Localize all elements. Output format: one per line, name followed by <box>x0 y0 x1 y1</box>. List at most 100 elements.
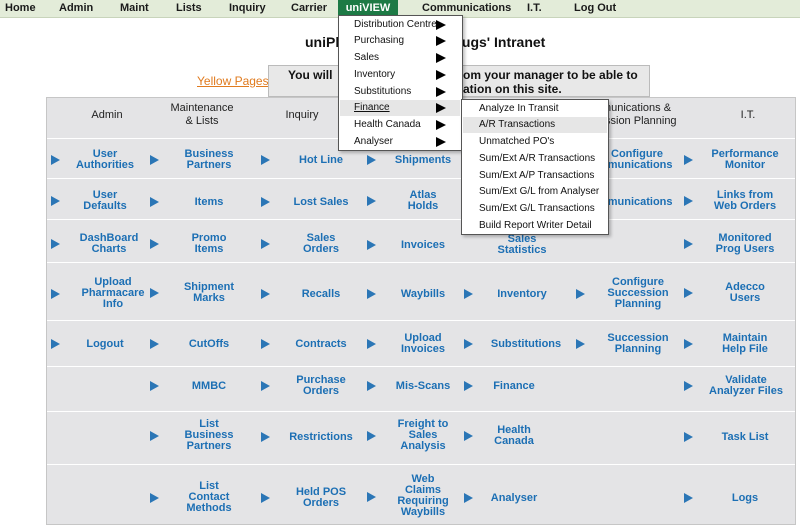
link-finance[interactable]: Finance <box>464 380 564 392</box>
arrow-icon <box>576 288 585 299</box>
submenu-arrow-icon <box>436 36 446 46</box>
submenu-sum-ext-ar-transactions[interactable]: Sum/Ext A/R Transactions <box>463 151 607 167</box>
nav-it[interactable]: I.T. <box>527 0 542 17</box>
nav-carrier[interactable]: Carrier <box>291 0 327 17</box>
menu-item-finance[interactable]: Finance <box>340 100 460 116</box>
link-user-defaults[interactable]: User Defaults <box>51 190 141 212</box>
header-communications: nunications & ssion Planning <box>605 102 695 128</box>
nav-logout[interactable]: Log Out <box>574 0 616 17</box>
nav-inquiry[interactable]: Inquiry <box>229 0 266 17</box>
link-inventory[interactable]: Inventory <box>464 288 564 300</box>
menu-item-health-canada[interactable]: Health Canada <box>340 117 460 133</box>
submenu-item-label: Sum/Ext A/P Transactions <box>479 170 595 181</box>
submenu-ar-transactions[interactable]: A/R Transactions <box>463 117 607 133</box>
link-lost-sales[interactable]: Lost Sales <box>261 196 351 208</box>
notice-line1-right: om your manager to be able to <box>463 68 638 82</box>
link-shipment-marks[interactable]: Shipment Marks <box>150 282 250 304</box>
submenu-analyze-in-transit[interactable]: Analyze In Transit <box>463 101 607 117</box>
nav-lists[interactable]: Lists <box>176 0 202 17</box>
link-mis-scans[interactable]: Mis-Scans <box>367 380 457 392</box>
link-invoices[interactable]: Invoices <box>367 239 457 251</box>
link-task-list[interactable]: Task List <box>684 431 792 443</box>
link-analyser[interactable]: Analyser <box>464 492 564 504</box>
link-purchase-orders[interactable]: Purchase Orders <box>261 375 351 397</box>
submenu-arrow-icon <box>436 137 446 147</box>
header-maintenance: Maintenance & Lists <box>157 102 247 128</box>
link-items[interactable]: Items <box>150 196 240 208</box>
link-succession-planning[interactable]: Succession Planning <box>576 333 686 355</box>
yellow-pages-link[interactable]: Yellow Pages <box>197 74 269 88</box>
menu-item-purchasing[interactable]: Purchasing <box>340 33 460 49</box>
label-line: Prog Users <box>715 243 775 255</box>
label-line: Waybills <box>400 506 446 518</box>
menu-item-analyser[interactable]: Analyser <box>340 134 460 150</box>
link-held-pos-orders[interactable]: Held POS Orders <box>261 487 351 509</box>
link-health-canada[interactable]: Health Canada <box>464 425 564 447</box>
link-mmbc[interactable]: MMBC <box>150 380 240 392</box>
uniview-dropdown-menu: Distribution Centre Purchasing Sales Inv… <box>338 15 463 151</box>
link-validate-analyzer-files[interactable]: Validate Analyzer Files <box>684 375 796 397</box>
submenu-sum-ext-ap-transactions[interactable]: Sum/Ext A/P Transactions <box>463 168 607 184</box>
link-adecco-users[interactable]: Adecco Users <box>684 282 792 304</box>
label-line: Orders <box>302 497 340 509</box>
arrow-icon <box>684 381 693 391</box>
link-sales-orders[interactable]: Sales Orders <box>261 233 351 255</box>
menu-item-inventory[interactable]: Inventory <box>340 67 460 83</box>
submenu-arrow-icon <box>436 87 446 97</box>
submenu-item-label: Sum/Ext A/R Transactions <box>479 153 596 164</box>
link-business-partners[interactable]: Business Partners <box>150 149 240 171</box>
label-line: Mis-Scans <box>395 380 451 392</box>
link-substitutions[interactable]: Substitutions <box>464 338 574 350</box>
nav-home[interactable]: Home <box>5 0 36 17</box>
link-maintain-help-file[interactable]: Maintain Help File <box>684 333 792 355</box>
menu-item-substitutions[interactable]: Substitutions <box>340 84 460 100</box>
notice-line1-left: You will <box>288 68 333 82</box>
submenu-sum-ext-gl-transactions[interactable]: Sum/Ext G/L Transactions <box>463 201 607 217</box>
label-line: Logout <box>86 338 124 350</box>
link-links-from-web-orders[interactable]: Links from Web Orders <box>684 190 792 212</box>
arrow-icon <box>261 381 270 391</box>
link-upload-invoices[interactable]: Upload Invoices <box>367 333 457 355</box>
label-line: Shipments <box>394 154 452 166</box>
label-line: Marks <box>193 292 225 304</box>
link-logs[interactable]: Logs <box>684 492 792 504</box>
row-divider <box>47 262 795 263</box>
link-list-contact-methods[interactable]: List Contact Methods <box>150 481 250 514</box>
nav-maint[interactable]: Maint <box>120 0 149 17</box>
link-restrictions[interactable]: Restrictions <box>261 431 353 443</box>
arrow-icon <box>150 492 159 503</box>
link-freight-to-sales-analysis[interactable]: Freight to Sales Analysis <box>367 419 457 452</box>
link-shipments[interactable]: Shipments <box>367 154 457 166</box>
link-monitored-prog-users[interactable]: Monitored Prog Users <box>684 233 792 255</box>
link-promo-items[interactable]: Promo Items <box>150 233 240 255</box>
link-upload-pharmacare-info[interactable]: Upload Pharmacare Info <box>51 277 159 310</box>
link-web-claims-requiring-waybills[interactable]: Web Claims Requiring Waybills <box>367 474 457 519</box>
link-cutoffs[interactable]: CutOffs <box>150 338 240 350</box>
submenu-unmatched-pos[interactable]: Unmatched PO's <box>463 134 607 150</box>
link-atlas-holds[interactable]: Atlas Holds <box>367 190 457 212</box>
row-divider <box>47 178 795 179</box>
link-performance-monitor[interactable]: Performance Monitor <box>684 149 792 171</box>
arrow-icon <box>261 339 270 349</box>
label-line: Defaults <box>83 200 127 212</box>
link-list-business-partners[interactable]: List Business Partners <box>150 419 250 452</box>
nav-admin[interactable]: Admin <box>59 0 93 17</box>
label-line: Authorities <box>75 159 135 171</box>
menu-item-distribution-centre[interactable]: Distribution Centre <box>340 17 460 33</box>
row-divider <box>47 320 795 321</box>
submenu-build-report-writer-detail[interactable]: Build Report Writer Detail <box>463 218 607 234</box>
link-contracts[interactable]: Contracts <box>261 338 351 350</box>
link-configure-succession-planning[interactable]: Configure Succession Planning <box>576 277 686 310</box>
label-line: Web Orders <box>713 200 777 212</box>
link-hot-line[interactable]: Hot Line <box>261 154 351 166</box>
submenu-item-label: Unmatched PO's <box>479 136 555 147</box>
menu-item-sales[interactable]: Sales <box>340 50 460 66</box>
label-line: nmunications <box>601 196 673 208</box>
link-recalls[interactable]: Recalls <box>261 288 351 300</box>
link-waybills[interactable]: Waybills <box>367 288 457 300</box>
submenu-sum-ext-gl-from-analyser[interactable]: Sum/Ext G/L from Analyser <box>463 184 607 200</box>
link-logout[interactable]: Logout <box>51 338 141 350</box>
arrow-icon <box>51 155 60 165</box>
link-dashboard-charts[interactable]: DashBoard Charts <box>51 233 149 255</box>
link-user-authorities[interactable]: User Authorities <box>51 149 141 171</box>
